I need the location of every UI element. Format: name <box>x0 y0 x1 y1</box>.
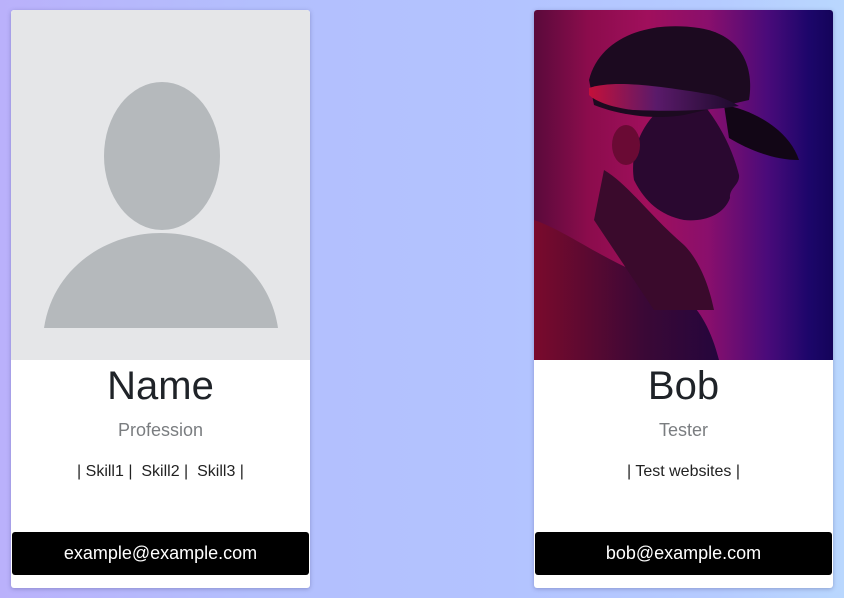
user-silhouette-icon <box>44 82 278 328</box>
profile-card-name: Name Profession | Skill1 | Skill2 | Skil… <box>11 10 310 588</box>
profile-photo <box>534 10 833 360</box>
profile-profession: Profession <box>117 420 204 440</box>
person-in-cap-image <box>534 26 799 360</box>
profile-name: Name <box>107 364 214 408</box>
email-button[interactable]: bob@example.com <box>535 532 832 575</box>
profile-photo-placeholder <box>11 10 310 360</box>
profile-profession: Tester <box>658 420 709 440</box>
profile-skills: | Test websites | <box>627 463 740 480</box>
profile-card-bob: Bob Tester | Test websites | bob@example… <box>534 10 833 588</box>
profile-name: Bob <box>647 364 720 408</box>
profile-skills: | Skill1 | Skill2 | Skill3 | <box>77 463 244 480</box>
email-button[interactable]: example@example.com <box>12 532 309 575</box>
